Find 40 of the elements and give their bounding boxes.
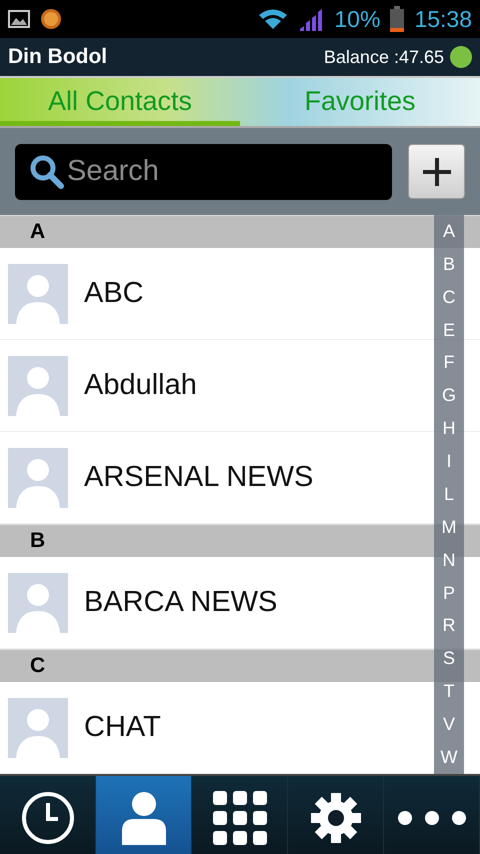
- avatar-icon: [8, 448, 68, 508]
- clock-icon: [20, 791, 74, 845]
- index-letter[interactable]: F: [444, 352, 454, 374]
- battery-icon: [390, 6, 404, 32]
- clock-time: 15:38: [414, 6, 472, 32]
- index-letter[interactable]: S: [442, 648, 455, 670]
- dialpad-icon: [212, 791, 266, 845]
- more-icon: [396, 810, 466, 826]
- index-letter[interactable]: E: [442, 320, 455, 341]
- index-letter[interactable]: L: [444, 484, 454, 505]
- contacts-nav-button[interactable]: [96, 776, 192, 854]
- index-letter[interactable]: B: [442, 254, 455, 275]
- app-logo-icon: [40, 8, 62, 30]
- index-letter[interactable]: R: [442, 615, 456, 636]
- index-letter[interactable]: T: [444, 681, 454, 702]
- index-letter[interactable]: I: [446, 451, 452, 472]
- settings-icon: [310, 793, 360, 843]
- person-icon: [122, 791, 166, 845]
- avatar-icon: [8, 264, 68, 324]
- plus-icon: [420, 156, 452, 188]
- index-letter[interactable]: A: [442, 220, 455, 242]
- search-field[interactable]: Search: [15, 144, 392, 200]
- index-letter[interactable]: W: [440, 746, 458, 768]
- status-dot-icon: [450, 46, 472, 68]
- index-letter[interactable]: P: [442, 582, 455, 604]
- tab[interactable]: Favorites: [240, 78, 480, 126]
- index-letter[interactable]: G: [442, 385, 456, 406]
- index-letter[interactable]: C: [442, 286, 456, 308]
- add-contact-button[interactable]: [408, 144, 465, 199]
- battery-percent: 10%: [334, 6, 380, 32]
- avatar-icon: [8, 698, 68, 758]
- avatar-icon: [8, 572, 68, 632]
- wifi-icon: [258, 8, 288, 30]
- avatar-icon: [8, 356, 68, 416]
- gallery-icon: [8, 10, 30, 28]
- account-name: Din Bodol: [8, 45, 108, 69]
- index-letter[interactable]: V: [442, 714, 455, 736]
- balance-text: Balance :47.65: [324, 46, 444, 68]
- search-icon: [29, 154, 65, 190]
- signal-icon: [298, 7, 324, 31]
